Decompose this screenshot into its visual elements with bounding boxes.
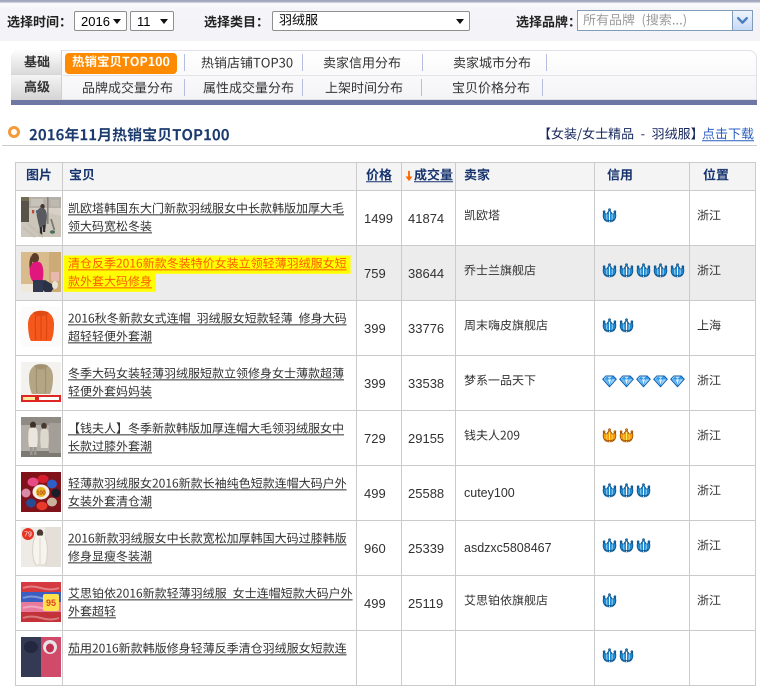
svg-text:95: 95 <box>46 598 56 608</box>
svg-text:79: 79 <box>24 532 32 539</box>
svg-text:100: 100 <box>36 491 45 497</box>
